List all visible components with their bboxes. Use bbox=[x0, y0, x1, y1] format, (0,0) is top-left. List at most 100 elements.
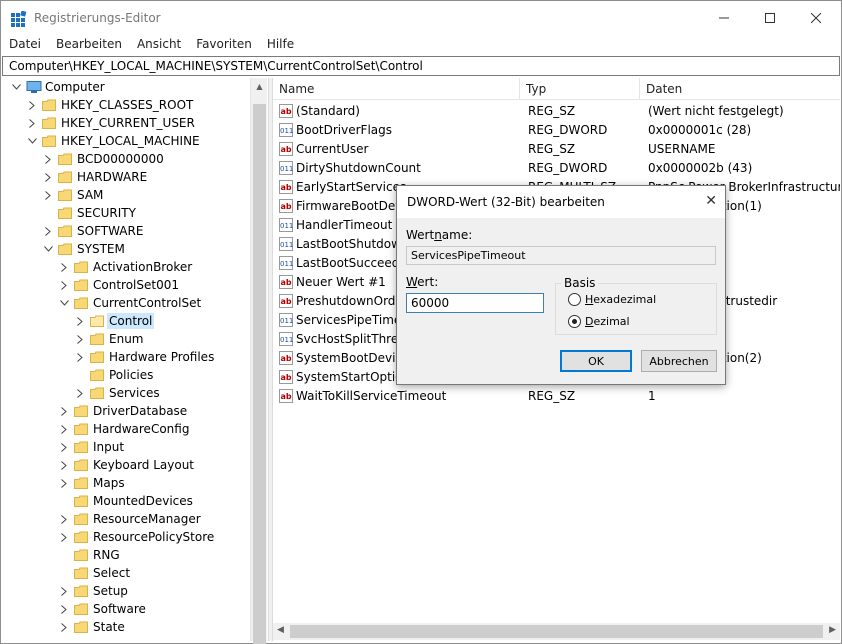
tree-node[interactable]: Enum bbox=[74, 330, 145, 348]
chevron-right-icon[interactable] bbox=[58, 600, 70, 618]
chevron-right-icon[interactable] bbox=[58, 582, 70, 600]
tree-scrollbar[interactable]: ▲ bbox=[250, 78, 268, 644]
tree-node[interactable]: HKEY_CLASSES_ROOT bbox=[26, 96, 195, 114]
tree-node[interactable]: DriverDatabase bbox=[58, 402, 189, 420]
chevron-right-icon[interactable] bbox=[58, 438, 70, 456]
value-row[interactable]: ab (Standard) REG_SZ (Wert nicht festgelegt… bbox=[273, 102, 840, 121]
menu-favoriten[interactable]: Favoriten bbox=[188, 35, 259, 55]
chevron-right-icon[interactable] bbox=[58, 402, 70, 420]
minimize-icon bbox=[719, 17, 729, 19]
tree-node[interactable]: HKEY_CURRENT_USER bbox=[26, 114, 197, 132]
folder-icon bbox=[90, 387, 104, 399]
radio-hex-icon[interactable] bbox=[568, 293, 581, 306]
tree-node[interactable]: Services bbox=[74, 384, 162, 402]
tree-node[interactable]: HKEY_LOCAL_MACHINE bbox=[26, 132, 202, 150]
tree-node[interactable]: Policies bbox=[74, 366, 155, 384]
tree-node[interactable]: CurrentControlSet bbox=[58, 294, 203, 312]
list-scroll-thumb[interactable] bbox=[290, 625, 823, 638]
menu-ansicht[interactable]: Ansicht bbox=[129, 35, 188, 55]
tree-node[interactable]: MountedDevices bbox=[58, 492, 195, 510]
radio-decimal[interactable]: Dezimal bbox=[568, 315, 630, 328]
tree-node[interactable]: SECURITY bbox=[42, 204, 138, 222]
close-button[interactable] bbox=[793, 1, 839, 35]
chevron-right-icon[interactable] bbox=[58, 258, 70, 276]
chevron-down-icon[interactable] bbox=[10, 78, 22, 96]
radio-hexadecimal[interactable]: Hexadezimal bbox=[568, 293, 656, 306]
tree-node[interactable]: State bbox=[58, 618, 127, 636]
chevron-right-icon[interactable] bbox=[58, 528, 70, 546]
chevron-right-icon[interactable] bbox=[74, 312, 86, 330]
column-name[interactable]: Name bbox=[273, 78, 520, 100]
chevron-right-icon[interactable] bbox=[42, 186, 54, 204]
column-data[interactable]: Daten bbox=[640, 78, 840, 100]
tree-node[interactable]: ResourcePolicyStore bbox=[58, 528, 216, 546]
minimize-button[interactable] bbox=[701, 1, 747, 35]
tree-node[interactable]: ControlSet001 bbox=[58, 276, 181, 294]
value-type: REG_SZ bbox=[528, 104, 576, 118]
value-data-input[interactable]: 60000 bbox=[406, 293, 544, 313]
menu-bearbeiten[interactable]: Bearbeiten bbox=[48, 35, 129, 55]
chevron-down-icon[interactable] bbox=[42, 240, 54, 258]
chevron-right-icon[interactable] bbox=[42, 168, 54, 186]
list-horizontal-scrollbar[interactable]: ◀ ▶ bbox=[273, 623, 840, 640]
radio-hex-label: Hexadezimal bbox=[585, 293, 657, 306]
value-data: (Wert nicht festgelegt) bbox=[648, 104, 784, 118]
tree-node[interactable]: Hardware Profiles bbox=[74, 348, 216, 366]
scroll-right-icon[interactable]: ▶ bbox=[829, 625, 836, 635]
tree-node-label: Input bbox=[93, 440, 125, 454]
ok-button[interactable]: OK bbox=[560, 350, 632, 372]
tree-node[interactable]: SYSTEM bbox=[42, 240, 127, 258]
scroll-up-icon[interactable]: ▲ bbox=[251, 82, 268, 91]
tree-node[interactable]: HardwareConfig bbox=[58, 420, 191, 438]
tree-node[interactable]: SAM bbox=[42, 186, 105, 204]
chevron-right-icon[interactable] bbox=[58, 420, 70, 438]
menu-datei[interactable]: Datei bbox=[1, 35, 48, 55]
tree-node[interactable]: Software bbox=[58, 600, 148, 618]
column-type[interactable]: Typ bbox=[520, 78, 640, 100]
value-name: (Standard) bbox=[296, 104, 360, 118]
cancel-button[interactable]: Abbrechen bbox=[641, 350, 717, 372]
dialog-close-icon[interactable]: ✕ bbox=[705, 193, 717, 209]
tree-node[interactable]: Select bbox=[58, 564, 132, 582]
chevron-right-icon[interactable] bbox=[74, 348, 86, 366]
chevron-right-icon[interactable] bbox=[58, 276, 70, 294]
folder-icon bbox=[74, 621, 88, 633]
value-row[interactable]: ab WaitToKillServiceTimeout REG_SZ 1 bbox=[273, 387, 840, 406]
tree-node[interactable]: Input bbox=[58, 438, 126, 456]
tree-node[interactable]: Keyboard Layout bbox=[58, 456, 196, 474]
radio-dec-icon[interactable] bbox=[568, 315, 581, 328]
tree-node-label: ControlSet001 bbox=[93, 278, 179, 292]
value-row[interactable]: 011 DirtyShutdownCount REG_DWORD 0x0000002b… bbox=[273, 159, 840, 178]
scroll-left-icon[interactable]: ◀ bbox=[277, 625, 284, 635]
chevron-right-icon[interactable] bbox=[74, 384, 86, 402]
chevron-right-icon[interactable] bbox=[58, 510, 70, 528]
chevron-down-icon[interactable] bbox=[26, 132, 38, 150]
chevron-right-icon[interactable] bbox=[42, 150, 54, 168]
value-row[interactable]: ab CurrentUser REG_SZ USERNAME bbox=[273, 140, 840, 159]
tree-node[interactable]: HARDWARE bbox=[42, 168, 149, 186]
tree-node[interactable]: Control bbox=[74, 312, 155, 330]
chevron-down-icon[interactable] bbox=[58, 294, 70, 312]
chevron-right-icon[interactable] bbox=[26, 114, 38, 132]
tree-node[interactable]: SOFTWARE bbox=[42, 222, 145, 240]
tree-node[interactable]: BCD00000000 bbox=[42, 150, 166, 168]
tree-node[interactable]: ResourceManager bbox=[58, 510, 203, 528]
tree-scroll-thumb[interactable] bbox=[253, 104, 266, 644]
chevron-right-icon[interactable] bbox=[74, 330, 86, 348]
folder-icon bbox=[90, 333, 104, 345]
chevron-right-icon[interactable] bbox=[58, 618, 70, 636]
chevron-right-icon[interactable] bbox=[26, 96, 38, 114]
tree-node[interactable]: RNG bbox=[58, 546, 122, 564]
tree-node[interactable]: Maps bbox=[58, 474, 127, 492]
tree-node[interactable]: Setup bbox=[58, 582, 130, 600]
tree-node[interactable]: ActivationBroker bbox=[58, 258, 194, 276]
maximize-button[interactable] bbox=[747, 1, 793, 35]
value-row[interactable]: 011 BootDriverFlags REG_DWORD 0x0000001c (2… bbox=[273, 121, 840, 140]
menu-hilfe[interactable]: Hilfe bbox=[259, 35, 301, 55]
tree-node[interactable]: Computer bbox=[10, 78, 107, 96]
address-bar[interactable]: Computer\HKEY_LOCAL_MACHINE\SYSTEM\Curre… bbox=[2, 56, 840, 76]
chevron-right-icon[interactable] bbox=[58, 474, 70, 492]
tree-node-label: HARDWARE bbox=[77, 170, 148, 184]
chevron-right-icon[interactable] bbox=[42, 222, 54, 240]
chevron-right-icon[interactable] bbox=[58, 456, 70, 474]
